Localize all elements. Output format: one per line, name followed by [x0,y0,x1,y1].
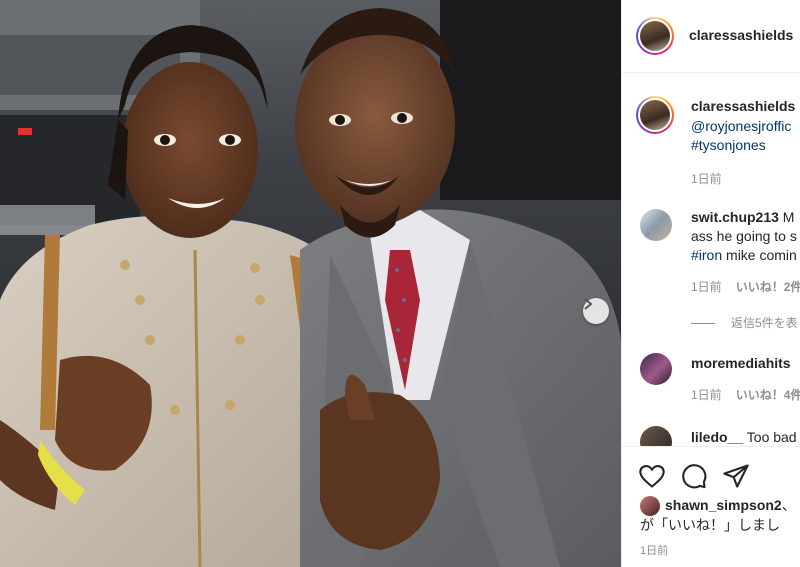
heart-icon[interactable] [638,462,666,490]
comment-time[interactable]: 1日前 [691,280,722,294]
liked-by-avatar[interactable] [640,496,660,516]
comment-text: mike comin [722,247,797,263]
comment-avatar[interactable] [640,209,672,241]
comment-icon[interactable] [680,462,708,490]
liked-by-username[interactable]: shawn_simpson2 [665,497,782,513]
comment-line: swit.chup213 M [691,208,794,227]
replies-divider [691,323,715,325]
comment-meta: 1日前 いいね！4件 [691,386,800,403]
comment-username[interactable]: swit.chup213 [691,209,779,225]
comment-username[interactable]: moremediahits [691,355,791,371]
comment-line: moremediahits [691,354,791,373]
comment-avatar[interactable] [640,353,672,385]
comment-text: M [778,209,795,225]
caption-username[interactable]: claressashields [691,98,795,114]
view-replies-button[interactable]: 返信5件を表 [691,314,798,331]
comment-meta: 1日前 いいね！2件 [691,278,800,295]
photo-illustration [0,0,621,567]
comment-likes[interactable]: いいね！2件 [736,280,800,294]
header-username[interactable]: claressashields [689,27,793,43]
caption-hashtag[interactable]: #tysonjones [691,136,766,155]
caption-mention[interactable]: @royjonesjroffic [691,117,791,136]
caption-avatar[interactable] [636,96,674,134]
post-header: claressashields [622,0,800,73]
comment-avatar[interactable] [640,426,672,446]
post-time[interactable]: 1日前 [640,542,668,558]
comment-username[interactable]: liledo__ [691,429,743,445]
comment-time[interactable]: 1日前 [691,388,722,402]
view-replies-label: 返信5件を表 [731,316,798,330]
comments-list[interactable]: claressashields @royjonesjroffic #tysonj… [622,73,800,446]
comment-likes[interactable]: いいね！4件 [736,388,800,402]
liked-by-separator: 、 [781,497,796,513]
chevron-right-icon [584,298,593,310]
comment-line: liledo__ Too bad [691,428,797,446]
post-photo[interactable] [0,0,621,567]
liked-by-text: が「いいね！」しまし [640,517,780,533]
comment-hashtag[interactable]: #iron [691,247,722,263]
comment-text: ass he going to s [691,228,797,244]
liked-by-line: shawn_simpson2、 [665,496,796,515]
caption-time[interactable]: 1日前 [691,170,722,187]
comment-line: #iron mike comin [691,246,797,265]
next-photo-button[interactable] [583,298,609,324]
share-icon[interactable] [722,462,750,490]
comment-text: Too bad [743,429,797,445]
profile-avatar[interactable] [636,17,674,55]
post-side-panel: claressashields claressashields @royjone… [621,0,800,567]
